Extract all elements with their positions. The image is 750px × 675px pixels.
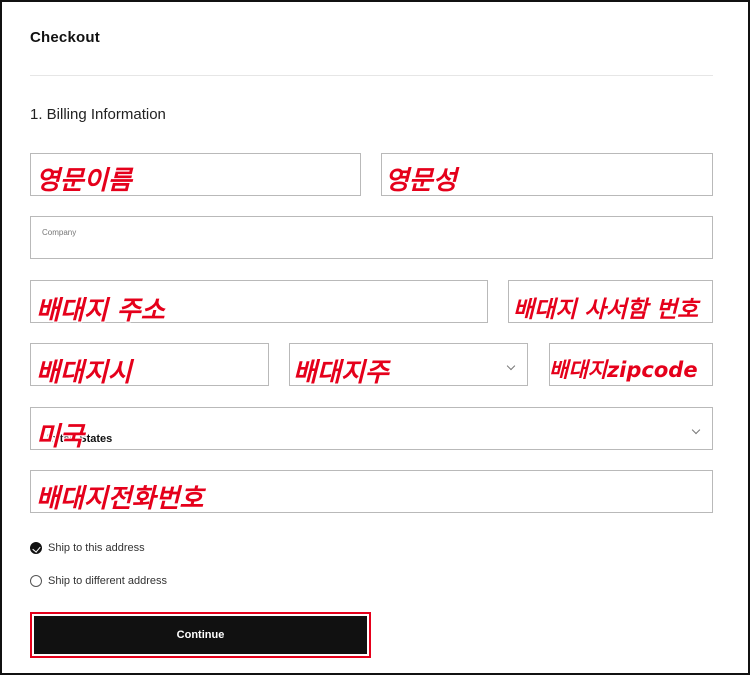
address-field[interactable]: [30, 280, 488, 323]
apt-suite-field[interactable]: [508, 280, 713, 323]
ship-to-this-address-label: Ship to this address: [48, 542, 145, 554]
continue-button[interactable]: Continue: [34, 616, 367, 654]
zip-field[interactable]: [549, 343, 713, 386]
phone-field[interactable]: [30, 470, 713, 513]
company-label: Company: [42, 228, 77, 237]
first-name-field[interactable]: [30, 153, 361, 196]
ship-to-different-address-option[interactable]: Ship to different address: [30, 575, 167, 587]
city-field[interactable]: [30, 343, 269, 386]
ship-to-this-address-option[interactable]: Ship to this address: [30, 542, 145, 554]
ship-to-different-address-label: Ship to different address: [48, 575, 168, 587]
radio-unchecked-icon[interactable]: [30, 575, 42, 587]
country-value: United States: [42, 433, 113, 445]
state-select[interactable]: [289, 343, 528, 386]
company-field[interactable]: Company: [30, 216, 713, 259]
country-select[interactable]: United States: [30, 407, 713, 450]
section-title: 1. Billing Information: [30, 106, 166, 123]
last-name-field[interactable]: [381, 153, 713, 196]
chevron-down-icon: [506, 361, 516, 371]
page-title: Checkout: [30, 29, 100, 46]
divider: [30, 75, 713, 76]
chevron-down-icon: [691, 425, 701, 435]
radio-checked-icon[interactable]: [30, 542, 42, 554]
window-frame: [0, 0, 750, 675]
continue-button-highlight: Continue: [30, 612, 371, 658]
